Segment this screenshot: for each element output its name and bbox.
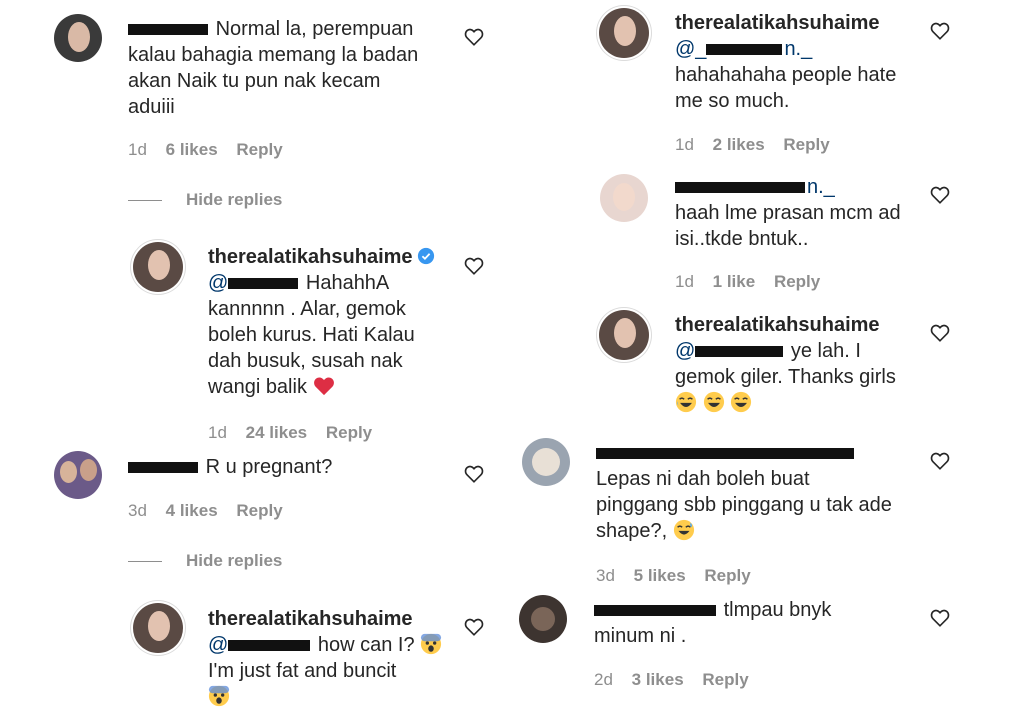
reply-button[interactable]: Reply — [236, 501, 282, 520]
avatar[interactable] — [133, 603, 183, 653]
likes-count[interactable]: 24 likes — [246, 423, 307, 442]
heart-outline-icon[interactable] — [464, 465, 484, 483]
likes-count[interactable]: 5 likes — [634, 566, 686, 585]
reply-meta: 1d 1 like Reply — [675, 272, 821, 291]
comment-text: R u pregnant? — [128, 454, 448, 480]
reply-button[interactable]: Reply — [783, 135, 829, 154]
reply-text: therealatikahsuhaime @ HahahhA kannnnn .… — [208, 244, 448, 400]
redacted-username — [594, 605, 716, 617]
comment-meta: 3d 5 likes Reply — [596, 566, 751, 585]
comment-meta: 1d 6 likes Reply — [128, 140, 283, 159]
reply-button[interactable]: Reply — [236, 140, 282, 159]
divider — [128, 200, 162, 202]
heart-outline-icon[interactable] — [464, 257, 484, 275]
comment-meta: 3d 4 likes Reply — [128, 501, 283, 520]
heart-outline-icon[interactable] — [930, 452, 950, 470]
reply-text: therealatikahsuhaime @_ n._ hahahahaha pe… — [675, 12, 897, 112]
redacted-username — [128, 24, 208, 36]
mention-link[interactable]: @ — [208, 272, 300, 294]
reply-text: therealatikahsuhaime @ how can I? I'm ju… — [208, 606, 448, 710]
redacted-username — [596, 448, 854, 460]
sweat-smile-emoji — [673, 519, 694, 541]
laughing-emoji — [731, 391, 752, 413]
comment-text: tlmpau bnyk minum ni . — [594, 599, 832, 647]
avatar[interactable] — [519, 595, 567, 643]
verified-badge-icon — [417, 247, 434, 265]
avatar[interactable] — [522, 438, 570, 486]
username[interactable]: therealatikahsuhaime — [675, 314, 880, 336]
avatar[interactable] — [54, 451, 102, 499]
likes-count[interactable]: 6 likes — [166, 140, 218, 159]
username[interactable]: therealatikahsuhaime — [208, 608, 413, 630]
reply-button[interactable]: Reply — [702, 670, 748, 689]
reply-meta: 1d 24 likes Reply — [208, 423, 373, 442]
heart-outline-icon[interactable] — [930, 324, 950, 342]
reply-text: n._ haah lme prasan mcm ad isi..tkde bnt… — [675, 176, 901, 250]
red-heart-emoji — [313, 377, 334, 396]
reply-button[interactable]: Reply — [704, 566, 750, 585]
username[interactable]: therealatikahsuhaime — [208, 246, 413, 268]
mention-link[interactable]: @_ n._ — [675, 38, 812, 60]
heart-outline-icon[interactable] — [464, 618, 484, 636]
heart-outline-icon[interactable] — [930, 186, 950, 204]
reply-text: therealatikahsuhaime @ ye lah. I gemok g… — [675, 312, 915, 416]
comment-text: Lepas ni dah boleh buat pinggang sbb pin… — [596, 440, 916, 544]
avatar[interactable] — [54, 14, 102, 62]
reply-button[interactable]: Reply — [326, 423, 372, 442]
heart-outline-icon[interactable] — [930, 609, 950, 627]
avatar[interactable] — [599, 8, 649, 58]
hide-replies-toggle[interactable]: Hide replies — [128, 551, 282, 571]
redacted-username — [675, 182, 805, 194]
avatar[interactable] — [600, 174, 648, 222]
comment-text: Normal la, perempuan kalau bahagia meman… — [128, 18, 419, 118]
hide-replies-toggle[interactable]: Hide replies — [128, 190, 282, 210]
username[interactable]: therealatikahsuhaime — [675, 12, 880, 34]
avatar[interactable] — [599, 310, 649, 360]
reply-meta: 1d 2 likes Reply — [675, 135, 830, 154]
reply-button[interactable]: Reply — [774, 272, 820, 291]
likes-count[interactable]: 4 likes — [166, 501, 218, 520]
comment-meta: 2d 3 likes Reply — [594, 670, 749, 689]
avatar[interactable] — [133, 242, 183, 292]
likes-count[interactable]: 1 like — [713, 272, 756, 291]
divider — [128, 561, 162, 563]
mention-link[interactable]: @ — [208, 634, 312, 656]
likes-count[interactable]: 3 likes — [632, 670, 684, 689]
heart-outline-icon[interactable] — [930, 22, 950, 40]
likes-count[interactable]: 2 likes — [713, 135, 765, 154]
heart-outline-icon[interactable] — [464, 28, 484, 46]
fearful-emoji — [208, 685, 230, 707]
laughing-emoji — [703, 391, 724, 413]
redacted-username — [128, 462, 198, 474]
laughing-emoji — [675, 391, 697, 413]
mention-link[interactable]: @ — [675, 340, 785, 362]
fearful-emoji — [421, 633, 442, 655]
